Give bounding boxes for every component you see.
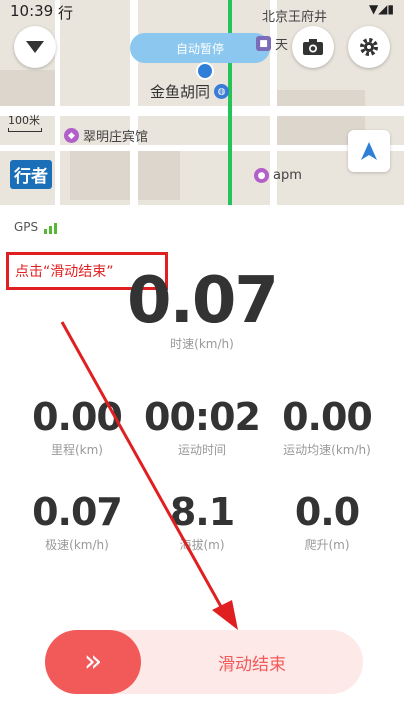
stat-value: 0.00: [282, 395, 373, 439]
location-dot-icon: [196, 62, 214, 80]
camera-button[interactable]: [292, 26, 334, 68]
stat-duration: 00:02 运动时间: [137, 395, 267, 458]
poi-hutong-label: 金鱼胡同: [150, 83, 211, 101]
stat-distance: 0.00 里程(km): [12, 395, 142, 458]
stat-label: 极速(km/h): [45, 538, 109, 552]
poi-north-2-label: 天: [275, 38, 289, 53]
settings-button[interactable]: [348, 26, 390, 68]
brand-logo-label: 行者: [14, 167, 48, 187]
stat-label: 爬升(m): [304, 538, 350, 552]
mall-icon: ◍: [214, 84, 230, 99]
signal-battery-icon: ▼◢▮: [368, 2, 394, 16]
poi-apm-label: apm: [273, 168, 302, 183]
stat-altitude: 8.1 海拔(m): [137, 490, 267, 553]
building-icon: ■: [256, 36, 271, 51]
speed-value: 0.07: [127, 264, 279, 338]
scale-bar: [8, 128, 42, 132]
poi-north-label: 北京王府井: [262, 10, 328, 25]
brand-logo: 行者: [10, 160, 52, 189]
map-road: [0, 106, 404, 116]
map-view[interactable]: 10:39 行 ▼◢▮ 自动暂停 北京王府井 ■ 天 金鱼胡同 ◍ 100米 ◆…: [0, 0, 404, 205]
stat-label: 里程(km): [50, 443, 103, 457]
arrow-shaft: [60, 321, 226, 613]
map-block: [0, 70, 60, 110]
map-scale: 100米: [8, 112, 42, 132]
stat-max-speed: 0.07 极速(km/h): [12, 490, 142, 553]
poi-hotel: ◆ 翠明庄宾馆: [64, 126, 148, 145]
map-road: [55, 0, 60, 205]
gps-label: GPS: [14, 220, 39, 234]
arrow-head-icon: [212, 600, 238, 630]
stat-avg-speed: 0.00 运动均速(km/h): [262, 395, 392, 458]
signal-strength-icon: [44, 223, 58, 234]
auto-pause-pill[interactable]: 自动暂停: [130, 33, 270, 63]
poi-north-2: ■ 天: [256, 34, 288, 53]
navigation-arrow-icon: [361, 142, 377, 160]
status-time: 10:39: [10, 2, 54, 20]
map-road: [130, 0, 138, 205]
collapse-button[interactable]: [14, 26, 56, 68]
gps-indicator: GPS: [14, 220, 58, 234]
speed-label: 时速(km/h): [170, 337, 234, 351]
stat-label: 运动时间: [177, 443, 226, 457]
metro-line: [228, 0, 232, 205]
slide-to-end-slider[interactable]: » 滑动结束: [45, 630, 363, 694]
slider-label: 滑动结束: [218, 654, 286, 675]
shop-icon: ●: [254, 168, 269, 183]
auto-pause-label: 自动暂停: [175, 41, 224, 56]
gear-icon: [360, 38, 378, 56]
stat-label: 运动均速(km/h): [283, 443, 371, 457]
slider-handle[interactable]: »: [45, 630, 141, 694]
triangle-down-icon: [26, 41, 44, 53]
poi-hutong: 金鱼胡同 ◍: [150, 81, 230, 102]
stat-value: 8.1: [169, 490, 235, 534]
stat-value: 0.07: [32, 490, 123, 534]
stat-value: 0.00: [32, 395, 123, 439]
double-chevron-right-icon: »: [83, 644, 103, 679]
map-block: [70, 150, 180, 200]
stat-value: 0.0: [294, 490, 360, 534]
stat-value: 00:02: [144, 395, 261, 439]
stat-climb: 0.0 爬升(m): [262, 490, 392, 553]
stat-label: 海拔(m): [179, 538, 225, 552]
poi-north: 北京王府井: [262, 6, 327, 25]
camera-icon: [303, 39, 323, 55]
poi-hotel-label: 翠明庄宾馆: [83, 130, 149, 145]
status-extra: 行: [58, 4, 74, 22]
hotel-icon: ◆: [64, 128, 79, 143]
locate-button[interactable]: [348, 130, 390, 172]
map-road: [0, 145, 404, 151]
map-scale-label: 100米: [8, 114, 40, 127]
poi-apm: ● apm: [254, 168, 302, 183]
